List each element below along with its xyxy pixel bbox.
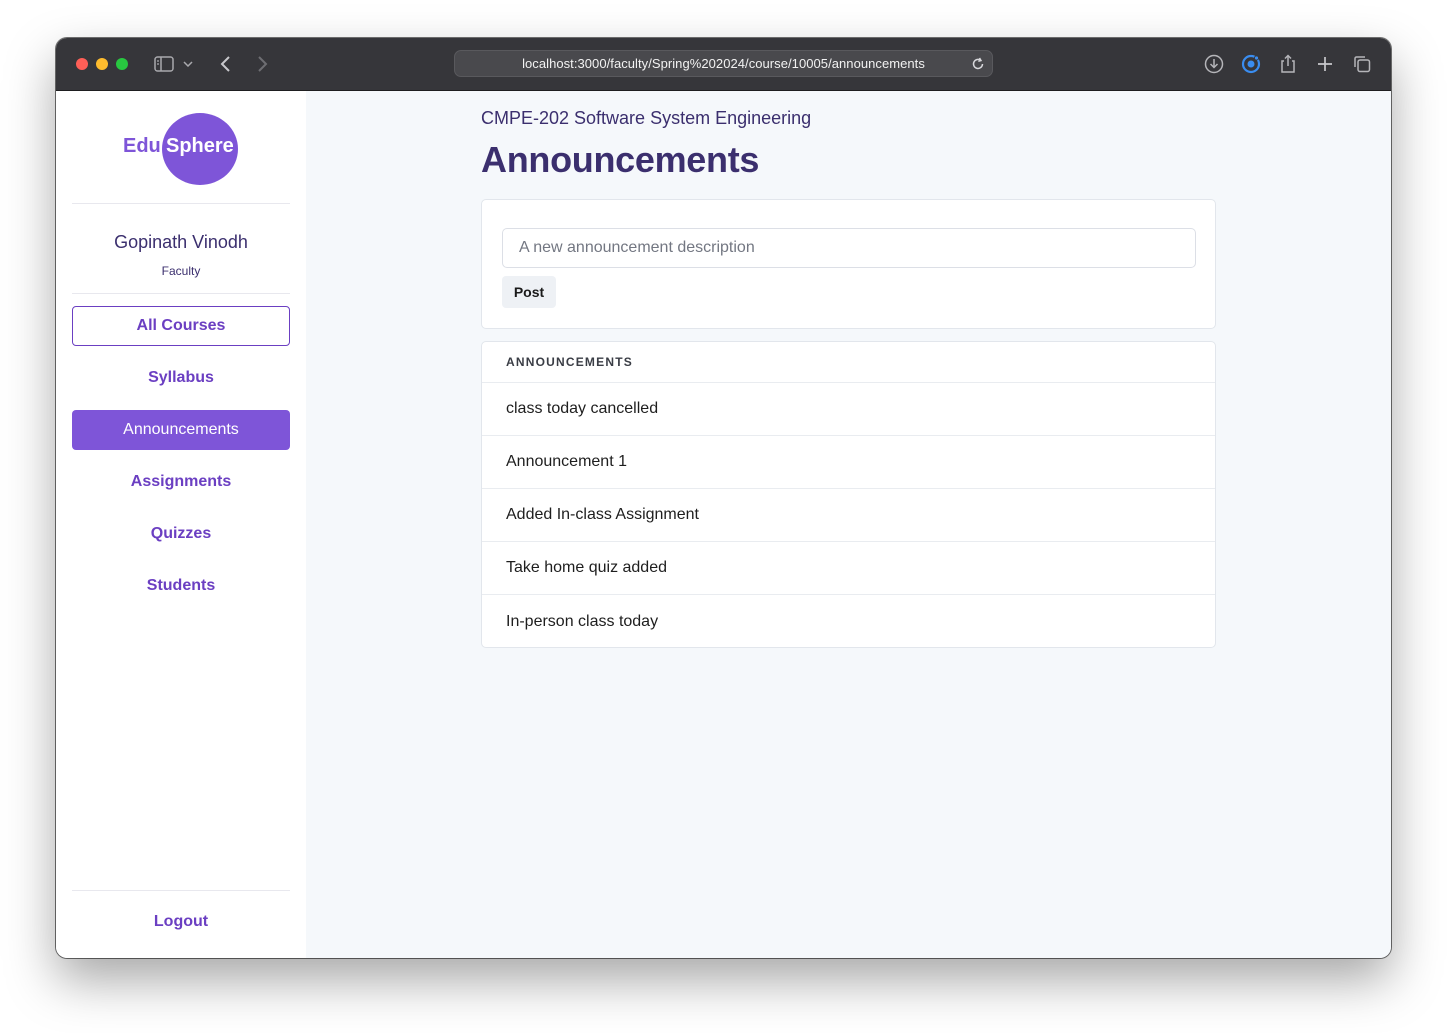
sidebar-toggle-icon[interactable] <box>152 52 176 76</box>
announcement-input[interactable] <box>502 228 1196 268</box>
nav-announcements[interactable]: Announcements <box>72 410 290 450</box>
nav-all-courses[interactable]: All Courses <box>72 306 290 346</box>
share-icon[interactable] <box>1276 52 1300 76</box>
course-title: CMPE-202 Software System Engineering <box>481 108 812 128</box>
extension-icon[interactable] <box>1239 52 1263 76</box>
user-name: Gopinath Vinodh <box>114 232 248 252</box>
sidebar-divider <box>72 890 290 891</box>
main-content: CMPE-202 Software System Engineering Ann… <box>306 91 1391 958</box>
tab-overview-icon[interactable] <box>1350 52 1374 76</box>
forward-icon[interactable] <box>250 52 274 76</box>
browser-toolbar: localhost:3000/faculty/Spring%202024/cou… <box>56 38 1391 91</box>
page-title: Announcements <box>481 139 760 180</box>
logo-text-sphere: Sphere <box>166 135 234 157</box>
sidebar-divider <box>72 203 290 204</box>
announcement-item[interactable]: Announcement 1 <box>482 436 1215 489</box>
reload-icon[interactable] <box>968 54 988 74</box>
new-tab-icon[interactable] <box>1313 52 1337 76</box>
post-button[interactable]: Post <box>502 276 556 308</box>
address-bar[interactable]: localhost:3000/faculty/Spring%202024/cou… <box>454 50 993 77</box>
sidebar: Edu Sphere Gopinath Vinodh Faculty All C… <box>56 91 306 958</box>
browser-window: localhost:3000/faculty/Spring%202024/cou… <box>56 38 1391 958</box>
new-announcement-card: Post <box>481 199 1216 329</box>
zoom-window-button[interactable] <box>116 58 128 70</box>
announcement-item[interactable]: class today cancelled <box>482 383 1215 436</box>
chevron-down-icon[interactable] <box>180 52 196 76</box>
nav-students[interactable]: Students <box>72 566 290 606</box>
url-text[interactable]: localhost:3000/faculty/Spring%202024/cou… <box>455 56 992 71</box>
user-role: Faculty <box>161 264 201 278</box>
announcements-list: ANNOUNCEMENTS class today cancelled Anno… <box>481 341 1216 648</box>
announcement-item[interactable]: Added In-class Assignment <box>482 489 1215 542</box>
back-icon[interactable] <box>214 52 238 76</box>
logo-text-edu: Edu <box>123 135 161 157</box>
logout-button[interactable]: Logout <box>72 902 290 942</box>
download-icon[interactable] <box>1202 52 1226 76</box>
nav-assignments[interactable]: Assignments <box>72 462 290 502</box>
nav-quizzes[interactable]: Quizzes <box>72 514 290 554</box>
announcement-item[interactable]: In-person class today <box>482 595 1215 648</box>
announcement-item[interactable]: Take home quiz added <box>482 542 1215 595</box>
sidebar-divider <box>72 293 290 294</box>
minimize-window-button[interactable] <box>96 58 108 70</box>
announcements-list-header: ANNOUNCEMENTS <box>482 342 1215 383</box>
edusphere-logo[interactable]: Edu Sphere <box>122 113 242 187</box>
nav-syllabus[interactable]: Syllabus <box>72 358 290 398</box>
close-window-button[interactable] <box>76 58 88 70</box>
